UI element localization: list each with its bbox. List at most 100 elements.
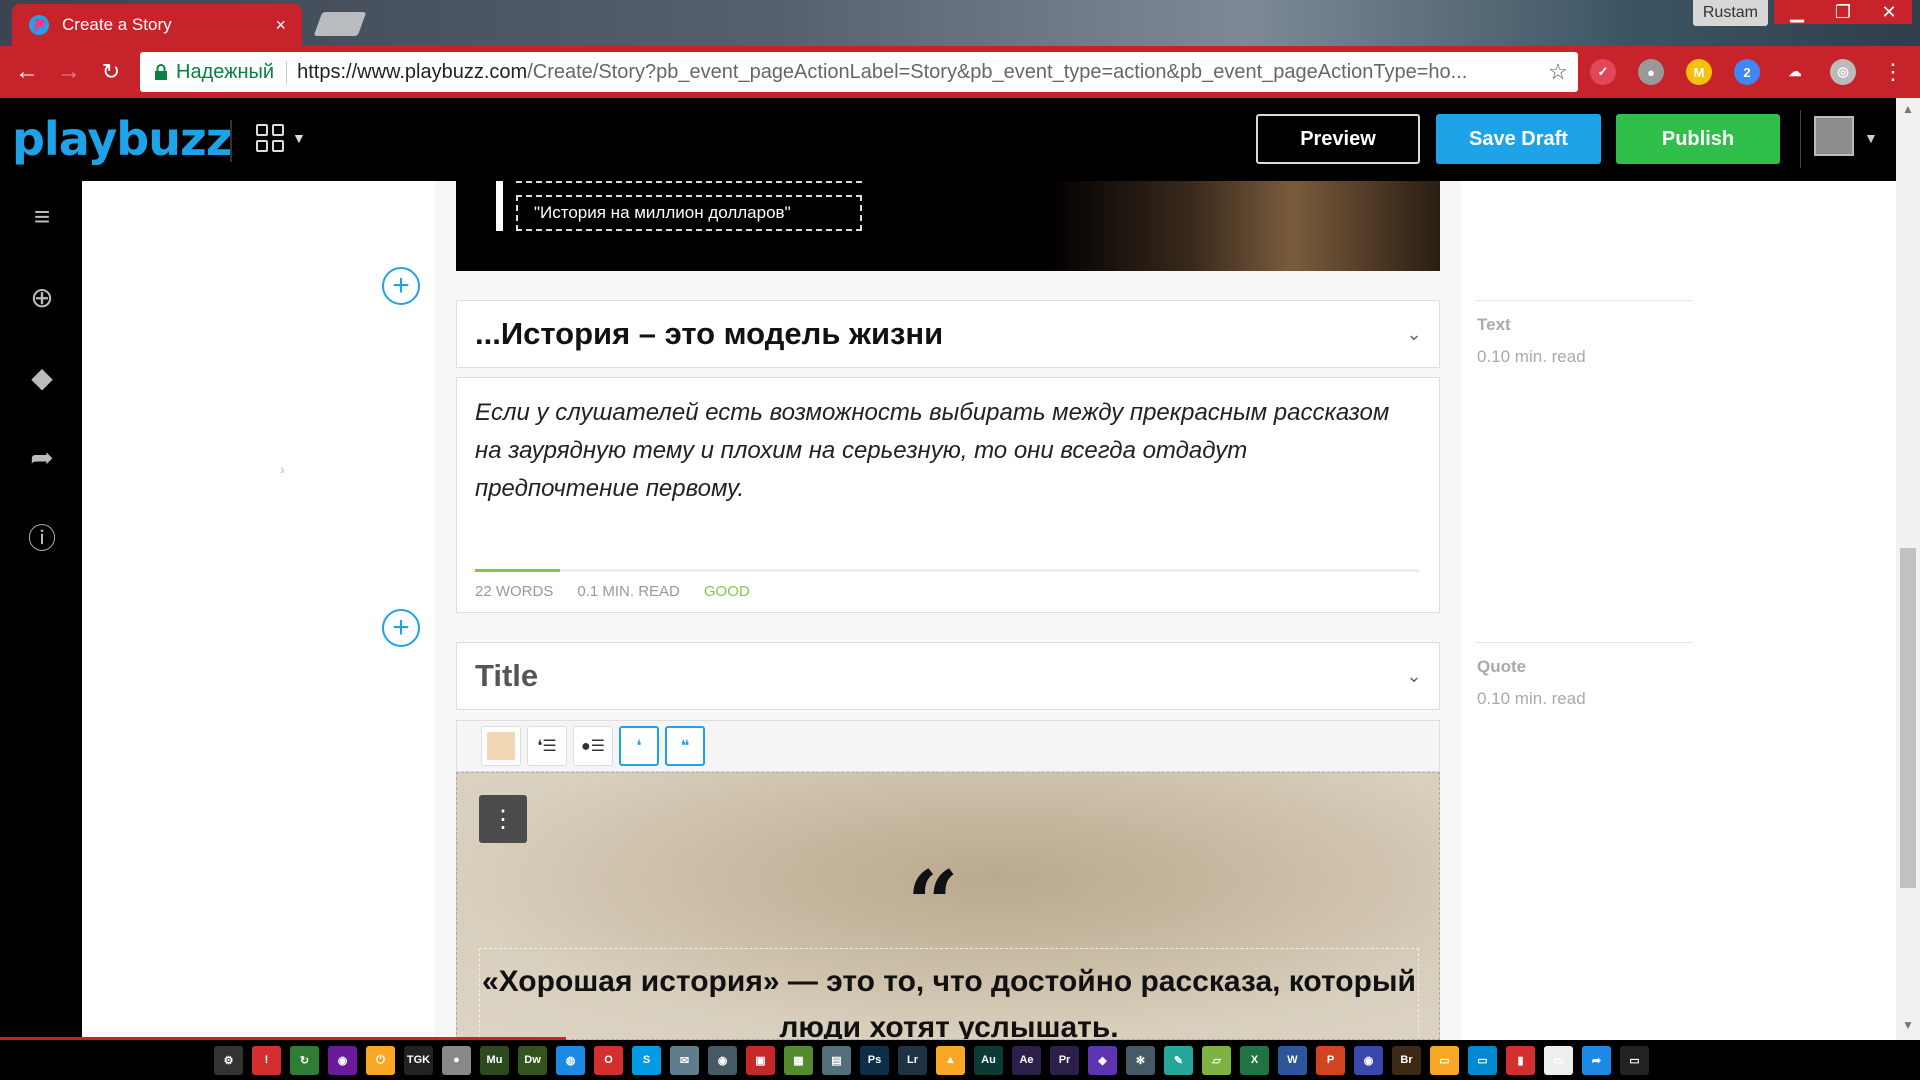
warning-app-icon[interactable]: ▲ bbox=[936, 1045, 965, 1075]
chevron-down-icon[interactable]: ⌄ bbox=[1389, 324, 1439, 345]
lightroom-icon[interactable]: Lr bbox=[898, 1045, 927, 1075]
chevron-down-icon-2[interactable]: ⌄ bbox=[1389, 666, 1439, 687]
windows-taskbar: ⚙! ↻ ◉ ⏻ TGK ● Mu Dw ◍ O S ✉ ◉ ▣ ▦ ▤ Ps Lr ▲ Au Ae Pr ◆ ✻ ✎ ▱ X W P ◉… bbox=[0, 1040, 1920, 1080]
cover-image-section[interactable]: "История на миллион долларов" bbox=[456, 181, 1440, 271]
url-text[interactable]: https://www.playbuzz.com/Create/Story?pb… bbox=[297, 61, 1538, 84]
skype-icon[interactable]: S bbox=[632, 1045, 661, 1075]
doc-icon[interactable]: ▤ bbox=[822, 1045, 851, 1075]
tag-icon[interactable]: ◆ bbox=[24, 359, 60, 395]
scroll-up-icon[interactable]: ▲ bbox=[1896, 102, 1920, 116]
quote-left-align-icon[interactable]: ❛☰ bbox=[527, 726, 567, 766]
playbuzz-logo[interactable]: playbuzz bbox=[12, 112, 233, 166]
audition-icon[interactable]: Au bbox=[974, 1045, 1003, 1075]
camera-icon[interactable]: ◉ bbox=[708, 1045, 737, 1075]
tab-close-icon[interactable]: × bbox=[275, 15, 286, 36]
add-item-button[interactable]: + bbox=[382, 267, 420, 305]
globe-settings-icon[interactable]: ⊕ bbox=[24, 279, 60, 315]
more-options-icon[interactable]: ⋮ bbox=[479, 795, 527, 843]
after-effects-icon[interactable]: Ae bbox=[1012, 1045, 1041, 1075]
browser-tab[interactable]: Create a Story × bbox=[12, 4, 302, 46]
back-arrow-icon[interactable]: ← bbox=[6, 51, 48, 93]
browser-user-chip[interactable]: Rustam bbox=[1692, 0, 1768, 26]
trash-icon[interactable]: ▮ bbox=[1506, 1045, 1535, 1075]
chrome-icon[interactable]: ◍ bbox=[556, 1045, 585, 1075]
bookmark-star-icon[interactable]: ☆ bbox=[1538, 59, 1578, 85]
avatar[interactable] bbox=[1814, 116, 1854, 156]
publish-button[interactable]: Publish bbox=[1616, 114, 1780, 164]
browser-menu-icon[interactable]: ⋮ bbox=[1872, 51, 1914, 93]
reload-icon[interactable]: ↻ bbox=[90, 51, 132, 93]
share-arrow-icon[interactable]: ➦ bbox=[24, 439, 60, 475]
m-extension-icon[interactable]: M bbox=[1686, 59, 1712, 85]
media-icon[interactable]: ▣ bbox=[746, 1045, 775, 1075]
hero-tag-text[interactable]: "История на миллион долларов" bbox=[516, 195, 862, 231]
quote-section-title[interactable]: Title bbox=[475, 658, 1389, 694]
close-window-icon[interactable]: ✕ bbox=[1866, 0, 1912, 24]
avatar-chevron-down-icon[interactable]: ▼ bbox=[1864, 130, 1878, 146]
location-icon[interactable]: ● bbox=[1638, 59, 1664, 85]
menu-icon[interactable]: ≡ bbox=[24, 199, 60, 235]
sheet-icon[interactable]: ▦ bbox=[784, 1045, 813, 1075]
globe-icon[interactable]: ◎ bbox=[1830, 59, 1856, 85]
disk-icon[interactable]: ● bbox=[442, 1045, 471, 1075]
folder-icon[interactable]: ▭ bbox=[1430, 1045, 1459, 1075]
vs-icon[interactable]: ◆ bbox=[1088, 1045, 1117, 1075]
green-doc-icon[interactable]: ▱ bbox=[1202, 1045, 1231, 1075]
info-icon[interactable]: ⓘ bbox=[24, 519, 60, 555]
power-app-icon[interactable]: ⏻ bbox=[366, 1045, 395, 1075]
scroll-down-icon[interactable]: ▼ bbox=[1896, 1018, 1920, 1032]
premiere-icon[interactable]: Pr bbox=[1050, 1045, 1079, 1075]
tgk-icon[interactable]: TGK bbox=[404, 1045, 433, 1075]
quality-meter bbox=[475, 569, 1419, 572]
save-draft-button[interactable]: Save Draft bbox=[1436, 114, 1601, 164]
forward-arrow-icon[interactable]: → bbox=[48, 51, 90, 93]
bridge-icon[interactable]: Br bbox=[1392, 1045, 1421, 1075]
pocket-icon[interactable]: ✓ bbox=[1590, 59, 1616, 85]
scroll-thumb[interactable] bbox=[1900, 548, 1916, 888]
opera-icon[interactable]: O bbox=[594, 1045, 623, 1075]
cloud-icon[interactable]: ☁ bbox=[1782, 59, 1808, 85]
quote-marks-icon[interactable]: ❝ bbox=[665, 726, 705, 766]
purple-app-icon[interactable]: ◉ bbox=[328, 1045, 357, 1075]
notes-icon[interactable]: ▭ bbox=[1544, 1045, 1573, 1075]
apps-grid-menu[interactable]: ▼ bbox=[256, 124, 306, 152]
quote-section-header[interactable]: Title ⌄ bbox=[456, 642, 1440, 710]
red-app-icon[interactable]: ! bbox=[252, 1045, 281, 1075]
outline-item-quote-label[interactable]: Quote bbox=[1477, 657, 1526, 677]
green-sync-icon[interactable]: ↻ bbox=[290, 1045, 319, 1075]
preview-button[interactable]: Preview bbox=[1256, 114, 1420, 164]
address-bar[interactable]: Надежный https://www.playbuzz.com/Create… bbox=[140, 52, 1578, 92]
text-body[interactable]: Если у слушателей есть возможность выбир… bbox=[475, 394, 1395, 508]
quote-text[interactable]: «Хорошая история» — это то, что достойно… bbox=[457, 959, 1439, 1039]
word-icon[interactable]: W bbox=[1278, 1045, 1307, 1075]
outline-item-text-label[interactable]: Text bbox=[1477, 315, 1511, 335]
mail-icon[interactable]: ✉ bbox=[670, 1045, 699, 1075]
quote-card[interactable]: ⋮ “ «Хорошая история» — это то, что дост… bbox=[456, 772, 1440, 1040]
monitor-icon[interactable]: ▭ bbox=[1468, 1045, 1497, 1075]
muse-icon[interactable]: Mu bbox=[480, 1045, 509, 1075]
text-section-header[interactable]: ...История – это модель жизни ⌄ bbox=[456, 300, 1440, 368]
settings-gear-icon[interactable]: ⚙ bbox=[214, 1045, 243, 1075]
battery-icon[interactable]: ▭ bbox=[1620, 1045, 1649, 1075]
excel-icon[interactable]: X bbox=[1240, 1045, 1269, 1075]
lock-app-icon[interactable]: ◉ bbox=[1354, 1045, 1383, 1075]
minimize-icon[interactable]: ▁ bbox=[1774, 0, 1820, 24]
collapse-chevron-icon[interactable]: › bbox=[280, 461, 285, 477]
text-editor-card[interactable]: Если у слушателей есть возможность выбир… bbox=[456, 377, 1440, 613]
powerpoint-icon[interactable]: P bbox=[1316, 1045, 1345, 1075]
snowflake-icon[interactable]: ✻ bbox=[1126, 1045, 1155, 1075]
page-scrollbar[interactable]: ▲ ▼ bbox=[1896, 98, 1920, 1040]
share-icon[interactable]: ➦ bbox=[1582, 1045, 1611, 1075]
quote-center-layout-icon[interactable]: ❛ bbox=[619, 726, 659, 766]
text-section-title[interactable]: ...История – это модель жизни bbox=[475, 316, 1389, 352]
new-tab-button[interactable] bbox=[313, 12, 367, 36]
dreamweaver-icon[interactable]: Dw bbox=[518, 1045, 547, 1075]
restore-icon[interactable]: ❐ bbox=[1820, 0, 1866, 24]
add-item-button-2[interactable]: + bbox=[382, 609, 420, 647]
photoshop-icon[interactable]: Ps bbox=[860, 1045, 889, 1075]
right-sidebar bbox=[1461, 181, 1896, 1040]
quote-bullet-align-icon[interactable]: ●☰ bbox=[573, 726, 613, 766]
pen-icon[interactable]: ✎ bbox=[1164, 1045, 1193, 1075]
background-color-swatch[interactable] bbox=[481, 726, 521, 766]
badge-extension-icon[interactable]: 2 bbox=[1734, 59, 1760, 85]
